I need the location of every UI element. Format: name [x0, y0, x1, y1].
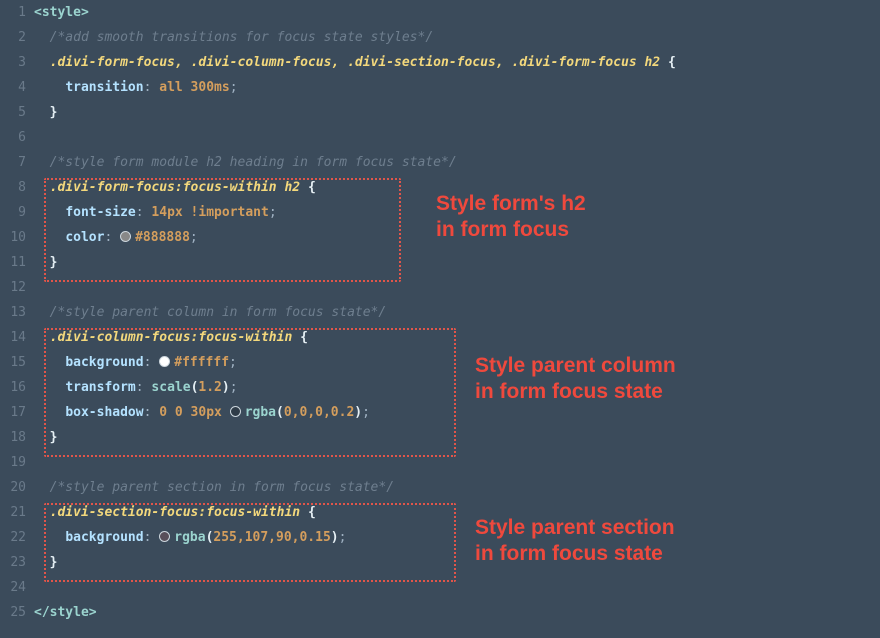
code-line: .divi-form-focus, .divi-column-focus, .d… — [34, 50, 880, 75]
line-number: 19 — [0, 450, 34, 475]
line-number: 23 — [0, 550, 34, 575]
code-line: } — [34, 250, 880, 275]
line-number: 16 — [0, 375, 34, 400]
line-number: 14 — [0, 325, 34, 350]
line-number: 20 — [0, 475, 34, 500]
code-line: } — [34, 425, 880, 450]
line-number: 2 — [0, 25, 34, 50]
line-number: 5 — [0, 100, 34, 125]
line-number: 11 — [0, 250, 34, 275]
code-line: font-size: 14px !important; — [34, 200, 880, 225]
line-number: 9 — [0, 200, 34, 225]
line-number: 13 — [0, 300, 34, 325]
code-line: box-shadow: 0 0 30px rgba(0,0,0,0.2); — [34, 400, 880, 425]
code-line: /*style parent column in form focus stat… — [34, 300, 880, 325]
line-number: 12 — [0, 275, 34, 300]
code-line — [34, 125, 880, 150]
code-line: transform: scale(1.2); — [34, 375, 880, 400]
code-line: /*style form module h2 heading in form f… — [34, 150, 880, 175]
line-number: 7 — [0, 150, 34, 175]
code-line — [34, 450, 880, 475]
code-line: </style> — [34, 600, 880, 625]
line-number: 18 — [0, 425, 34, 450]
code-line: .divi-form-focus:focus-within h2 { — [34, 175, 880, 200]
code-line: } — [34, 100, 880, 125]
code-line: /*style parent section in form focus sta… — [34, 475, 880, 500]
line-number: 4 — [0, 75, 34, 100]
code-line: } — [34, 550, 880, 575]
line-number: 8 — [0, 175, 34, 200]
line-number-gutter: 1234567891011121314151617181920212223242… — [0, 0, 34, 625]
code-line: /*add smooth transitions for focus state… — [34, 25, 880, 50]
code-line: .divi-column-focus:focus-within { — [34, 325, 880, 350]
line-number: 17 — [0, 400, 34, 425]
code-line: background: #ffffff; — [34, 350, 880, 375]
line-number: 22 — [0, 525, 34, 550]
line-number: 3 — [0, 50, 34, 75]
code-line: transition: all 300ms; — [34, 75, 880, 100]
code-line: .divi-section-focus:focus-within { — [34, 500, 880, 525]
line-number: 24 — [0, 575, 34, 600]
code-line: <style> — [34, 0, 880, 25]
code-area: <style> /*add smooth transitions for foc… — [34, 0, 880, 625]
code-line — [34, 275, 880, 300]
line-number: 15 — [0, 350, 34, 375]
line-number: 1 — [0, 0, 34, 25]
code-line: color: #888888; — [34, 225, 880, 250]
line-number: 21 — [0, 500, 34, 525]
line-number: 6 — [0, 125, 34, 150]
code-line: background: rgba(255,107,90,0.15); — [34, 525, 880, 550]
line-number: 25 — [0, 600, 34, 625]
line-number: 10 — [0, 225, 34, 250]
code-line — [34, 575, 880, 600]
